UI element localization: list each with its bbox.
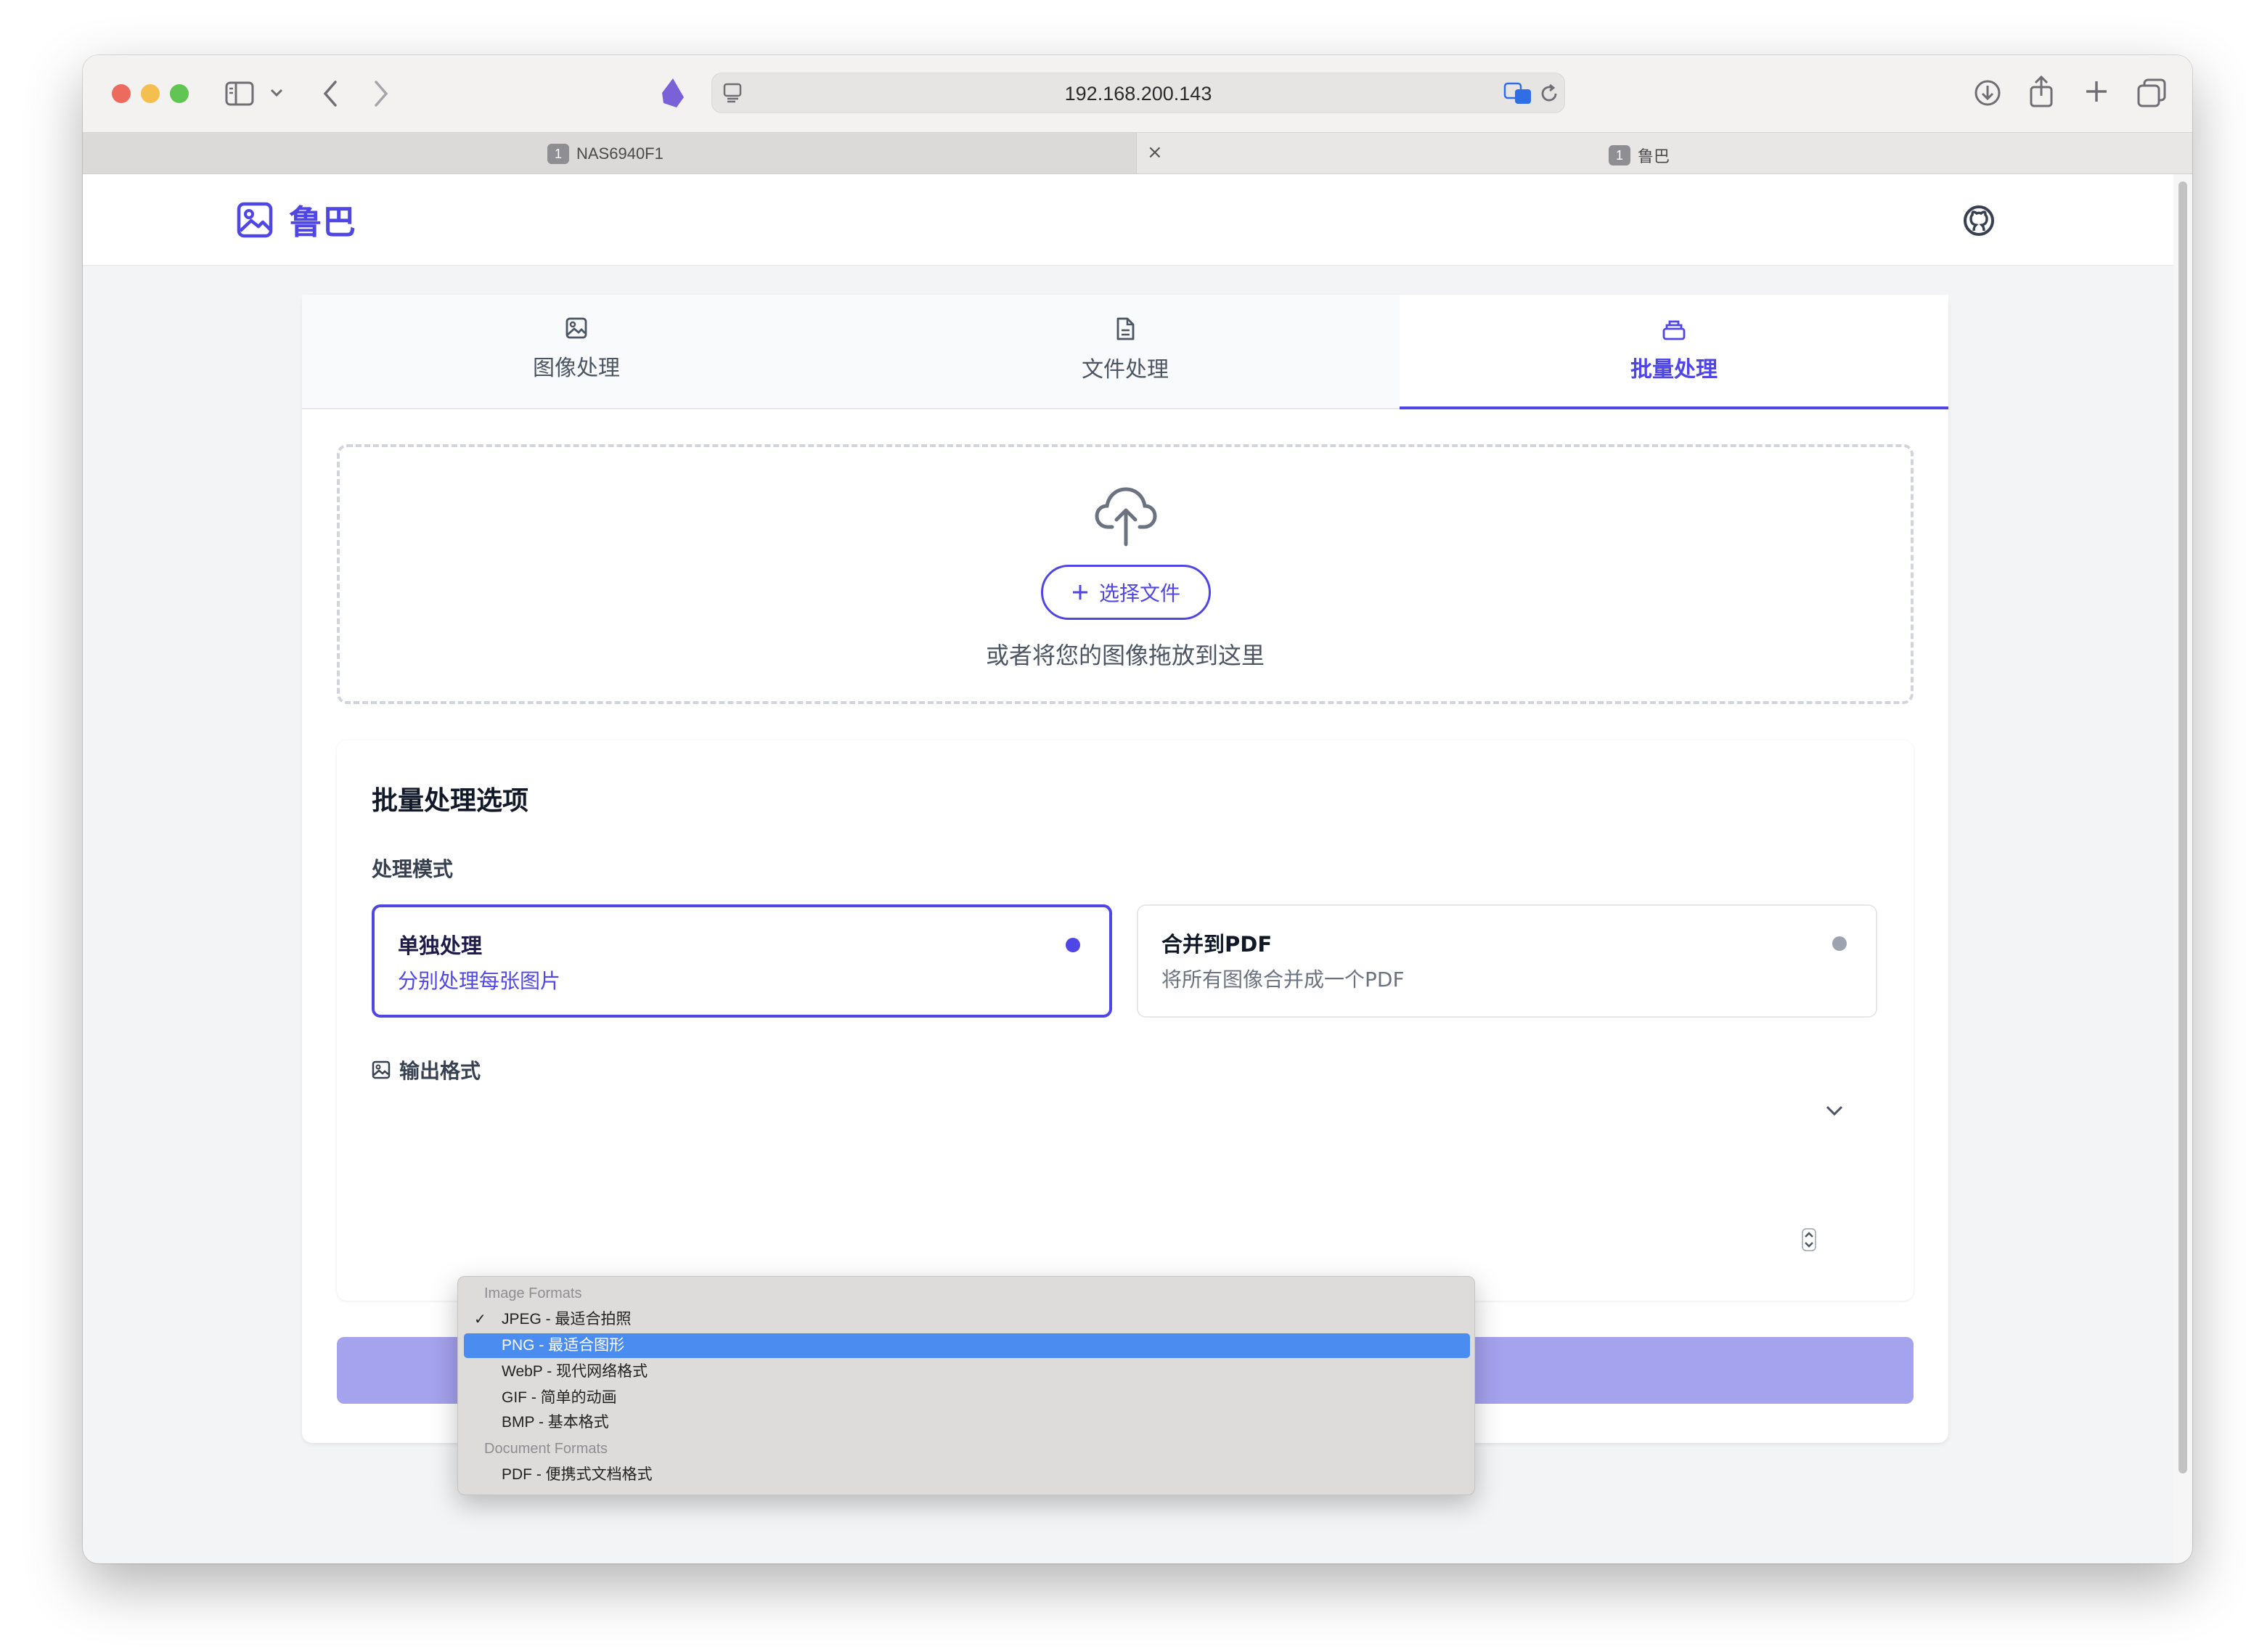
mode-description: 分别处理每张图片: [398, 969, 561, 993]
github-icon[interactable]: [1963, 205, 1995, 237]
chevron-down-icon[interactable]: [1825, 1105, 1844, 1116]
option-label: BMP - 基本格式: [502, 1414, 609, 1431]
browser-tab-nas-label[interactable]: 1 NAS6940F1: [547, 144, 663, 164]
browser-window: 192.168.200.143 1 NAS6940F1 × 1 鲁巴 鲁巴 图像…: [83, 55, 2192, 1563]
output-format-label: 输出格式: [372, 1055, 481, 1084]
tab-badge: 1: [1609, 145, 1630, 165]
tab-batch-processing[interactable]: 批量处理: [1400, 295, 1948, 409]
select-file-button[interactable]: 选择文件: [1041, 565, 1211, 620]
tab-badge: 1: [547, 144, 569, 164]
mode-title: 单独处理: [398, 933, 483, 958]
batch-options-panel: 批量处理选项 处理模式 单独处理 分别处理每张图片 合并到PDF 将所有图像合并…: [337, 740, 1914, 1301]
web-content: 鲁巴 图像处理 文件处理 批量处理 选择文件 或者将您的图像拖放到这里 批量处理…: [83, 174, 2192, 1563]
app-icon: [661, 77, 685, 109]
option-label: WebP - 现代网络格式: [502, 1363, 648, 1380]
stepper-arrows-icon[interactable]: [1802, 1228, 1816, 1251]
tab-label: 图像处理: [533, 356, 620, 381]
mode-title: 合并到PDF: [1161, 932, 1273, 957]
share-icon[interactable]: [2028, 75, 2054, 107]
scrollbar-thumb[interactable]: [2178, 181, 2187, 1473]
dropdown-option-bmp[interactable]: BMP - 基本格式: [464, 1410, 1470, 1435]
option-label: PNG - 最适合图形: [502, 1337, 625, 1354]
minimize-window-button[interactable]: [141, 84, 160, 103]
dropdown-option-jpeg[interactable]: ✓ JPEG - 最适合拍照: [464, 1307, 1470, 1332]
url-text: 192.168.200.143: [1064, 83, 1212, 105]
radio-indicator: [1832, 936, 1847, 951]
page-scrollbar[interactable]: [2173, 174, 2192, 1563]
dropdown-option-png[interactable]: PNG - 最适合图形: [464, 1333, 1470, 1358]
option-label: PDF - 便携式文档格式: [502, 1466, 653, 1483]
browser-tab-luba[interactable]: 1 鲁巴: [1609, 144, 1670, 167]
app-header: 鲁巴: [83, 174, 2173, 266]
main-card: 图像处理 文件处理 批量处理 选择文件 或者将您的图像拖放到这里 批量处理选项 …: [302, 295, 1948, 1443]
options-title: 批量处理选项: [372, 786, 529, 816]
app-name: 鲁巴: [289, 203, 356, 242]
back-icon[interactable]: [322, 80, 338, 107]
dropdown-group-label: Image Formats: [484, 1285, 582, 1301]
cloud-upload-icon: [1095, 483, 1157, 547]
tab-image-processing[interactable]: 图像处理: [302, 295, 851, 408]
app-logo[interactable]: 鲁巴: [237, 196, 356, 244]
drop-hint: 或者将您的图像拖放到这里: [985, 642, 1265, 669]
tab-title: NAS6940F1: [576, 144, 663, 163]
forward-icon[interactable]: [373, 80, 389, 107]
plus-icon: [1071, 584, 1089, 601]
translate-icon[interactable]: [1503, 82, 1532, 105]
radio-selected-indicator: [1066, 938, 1080, 952]
image-icon: [372, 1060, 391, 1079]
tab-label: 批量处理: [1630, 357, 1718, 383]
option-label: GIF - 简单的动画: [502, 1389, 617, 1406]
mode-tabs: 图像处理 文件处理 批量处理: [302, 295, 1948, 409]
option-label: JPEG - 最适合拍照: [502, 1311, 632, 1328]
chevron-down-icon[interactable]: [270, 89, 283, 97]
tab-label: 文件处理: [1082, 357, 1169, 383]
upload-dropzone[interactable]: 选择文件 或者将您的图像拖放到这里: [337, 444, 1914, 704]
sidebar-icon[interactable]: [225, 81, 254, 106]
mode-merge-pdf-option[interactable]: 合并到PDF 将所有图像合并成一个PDF: [1137, 904, 1877, 1018]
tab-title: 鲁巴: [1638, 147, 1670, 165]
browser-toolbar: 192.168.200.143: [83, 55, 2192, 132]
mode-individual-option[interactable]: 单独处理 分别处理每张图片: [372, 904, 1112, 1018]
plus-icon[interactable]: [2083, 78, 2110, 105]
browser-tab-bar: 1 NAS6940F1 × 1 鲁巴: [83, 132, 2192, 174]
close-tab-icon[interactable]: ×: [1147, 142, 1163, 163]
mode-label: 处理模式: [372, 857, 454, 881]
dropdown-group-label: Document Formats: [484, 1441, 608, 1457]
output-format-text: 输出格式: [399, 1059, 481, 1083]
output-format-dropdown[interactable]: Image Formats ✓ JPEG - 最适合拍照 PNG - 最适合图形…: [457, 1276, 1475, 1495]
dropdown-option-gif[interactable]: GIF - 简单的动画: [464, 1386, 1470, 1410]
tab-file-processing[interactable]: 文件处理: [851, 295, 1400, 408]
zoom-window-button[interactable]: [170, 84, 189, 103]
download-icon[interactable]: [1973, 78, 2002, 107]
dropdown-option-pdf[interactable]: PDF - 便携式文档格式: [464, 1463, 1470, 1487]
mode-description: 将所有图像合并成一个PDF: [1161, 968, 1405, 991]
checkmark-icon: ✓: [474, 1312, 486, 1328]
reload-icon[interactable]: [1538, 83, 1560, 105]
dropdown-option-webp[interactable]: WebP - 现代网络格式: [464, 1359, 1470, 1384]
image-icon: [565, 316, 588, 340]
close-window-button[interactable]: [112, 84, 131, 103]
image-icon: [237, 202, 273, 238]
select-file-label: 选择文件: [1098, 581, 1180, 605]
file-icon: [1114, 316, 1136, 341]
tabs-overview-icon[interactable]: [2137, 78, 2166, 107]
address-bar[interactable]: 192.168.200.143: [711, 73, 1565, 113]
stack-icon: [1662, 316, 1686, 341]
